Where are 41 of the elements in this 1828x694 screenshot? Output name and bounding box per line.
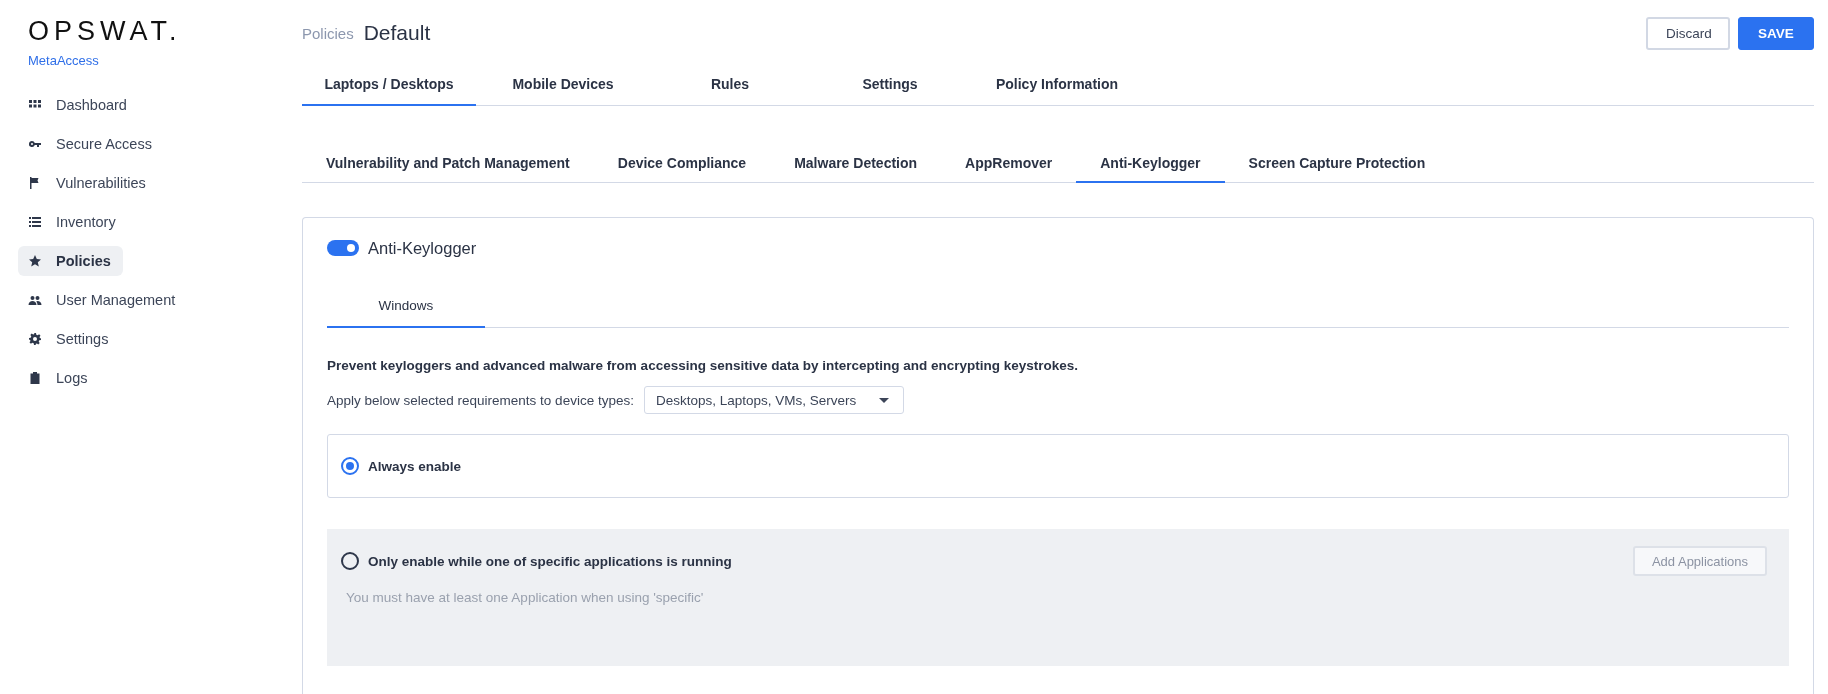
tab[interactable]: Device Compliance — [593, 144, 771, 183]
save-button[interactable]: SAVE — [1738, 16, 1814, 50]
tab[interactable]: Settings — [810, 64, 970, 106]
page-title: Default — [363, 21, 431, 45]
tab[interactable]: Anti-Keylogger — [1076, 144, 1225, 183]
tab[interactable]: Vulnerability and Patch Management — [302, 144, 594, 183]
people-icon — [28, 293, 42, 307]
sidebar-item[interactable]: Logs — [18, 363, 122, 393]
sidebar-item[interactable]: User Management — [18, 285, 188, 315]
sidebar-item[interactable]: Settings — [18, 324, 122, 354]
tab[interactable]: Mobile Devices — [476, 64, 650, 106]
star-icon — [28, 254, 42, 268]
sidebar-item[interactable]: Inventory — [18, 207, 128, 237]
option-label: Only enable while one of specific applications is running — [368, 553, 732, 569]
product-name: MetaAccess — [28, 53, 99, 68]
clipboard-icon — [28, 371, 42, 385]
toggle-switch[interactable] — [327, 240, 359, 256]
settings-icon — [28, 332, 42, 346]
device-types-dropdown[interactable]: Desktops, Laptops, VMs, Servers — [643, 386, 904, 414]
tab[interactable]: Malware Detection — [770, 144, 942, 183]
sidebar-item[interactable]: Dashboard — [18, 90, 139, 120]
device-types-label: Apply below selected requirements to device types: — [327, 392, 634, 408]
option-label: Always enable — [368, 458, 462, 474]
brand-logo: OPSWAT. — [28, 16, 182, 47]
list-icon — [28, 215, 42, 229]
tab[interactable]: Screen Capture Protection — [1224, 144, 1450, 183]
tab[interactable]: Laptops / Desktops — [302, 64, 476, 106]
tab[interactable]: Rules — [650, 64, 810, 106]
discard-button[interactable]: Discard — [1646, 16, 1730, 50]
sidebar-item[interactable]: Policies — [18, 246, 123, 276]
caret-icon — [878, 397, 889, 403]
hint-text: You must have at least one Application when using 'specific' — [346, 590, 705, 605]
tab[interactable]: AppRemover — [941, 144, 1077, 183]
radio-button[interactable] — [341, 457, 359, 475]
sidebar-item[interactable]: Vulnerabilities — [18, 168, 158, 198]
tab[interactable]: Policy Information — [970, 64, 1144, 106]
tab[interactable]: Windows — [327, 284, 485, 328]
section-title: Anti-Keylogger — [368, 238, 477, 258]
radio-button[interactable] — [341, 552, 359, 570]
description: Prevent keyloggers and advanced malware from accessing sensitive data by intercepting and encrypting keystrokes. — [327, 358, 1080, 373]
sidebar-item[interactable]: Secure Access — [18, 129, 164, 159]
